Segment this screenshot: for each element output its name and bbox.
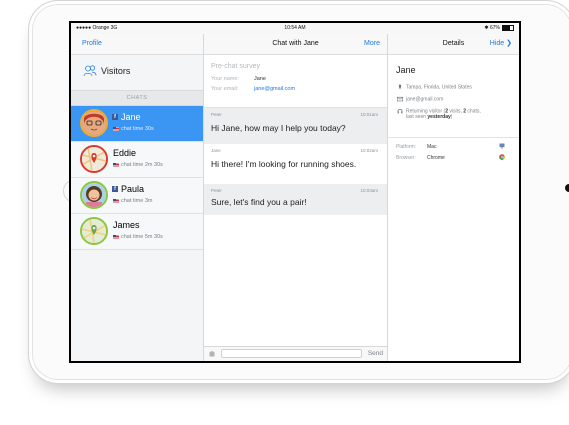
attachment-icon[interactable] <box>209 351 215 357</box>
more-button[interactable]: More <box>364 34 380 54</box>
message-bubble: Jane 10:02am Hi there! I'm looking for r… <box>204 144 387 184</box>
message-composer: Send <box>204 346 387 361</box>
battery-status: ✱ 67% <box>484 23 514 34</box>
facebook-icon: f <box>112 114 118 120</box>
profile-button[interactable]: Profile <box>82 34 102 54</box>
send-button[interactable]: Send <box>368 347 383 361</box>
chat-item-eddie[interactable]: Eddie chat time 2m 30s <box>71 142 203 178</box>
mail-icon <box>397 96 403 102</box>
us-flag-icon <box>113 126 119 131</box>
platform-label: Platform: <box>396 144 417 150</box>
browser-label: Browser: <box>396 155 416 161</box>
message-time: 10:03am <box>360 188 378 193</box>
visitor-name: Jane <box>396 65 416 75</box>
message-sender: Jane <box>211 148 221 153</box>
us-flag-icon <box>113 162 119 167</box>
visitor-email: jane@gmail.com <box>397 96 443 102</box>
message-time: 10:02am <box>360 148 378 153</box>
chat-item-name: Eddie <box>113 148 137 158</box>
avatar <box>80 217 108 245</box>
chat-item-name: Paula <box>121 184 145 194</box>
chat-list-pane: Profile Visitors CHATS f Jane chat time … <box>71 34 204 361</box>
survey-title: Pre-chat survey <box>211 63 261 70</box>
middle-navbar: Chat with Jane More <box>204 34 387 55</box>
chat-item-meta: chat time 30s <box>113 126 154 132</box>
chat-item-meta: chat time 2m 30s <box>113 162 163 168</box>
front-camera <box>565 184 569 192</box>
right-navbar: Details Hide ❯ <box>388 34 519 55</box>
survey-name-value: Jane <box>254 76 266 82</box>
platform-value: Mac <box>427 144 437 150</box>
message-input[interactable] <box>221 349 362 358</box>
details-pane: Details Hide ❯ Jane Tampa, Florida, Unit… <box>388 34 519 361</box>
us-flag-icon <box>113 198 119 203</box>
visitors-row[interactable]: Visitors <box>71 55 203 90</box>
location-pin-icon <box>398 84 402 90</box>
chat-item-jane[interactable]: f Jane chat time 30s <box>71 106 203 142</box>
survey-email-label: Your email: <box>211 86 239 92</box>
message-sender: Peter <box>211 188 222 193</box>
status-time: 10:54 AM <box>284 25 306 31</box>
app-display: ●●●●● Orange 3G 10:54 AM ✱ 67% Profile V… <box>71 23 519 361</box>
message-text: Sure, let's find you a pair! <box>211 197 307 207</box>
hide-button[interactable]: Hide ❯ <box>490 34 512 54</box>
message-bubble: Peter 10:01am Hi Jane, how may I help yo… <box>204 108 387 144</box>
left-navbar: Profile <box>71 34 203 55</box>
visitor-location: Tampa, Florida, United States <box>397 84 472 90</box>
battery-icon <box>502 24 514 31</box>
chats-section-header: CHATS <box>71 90 203 106</box>
chevron-right-icon: ❯ <box>506 40 512 47</box>
visitors-icon <box>83 65 97 77</box>
chat-item-name: James <box>113 220 140 230</box>
us-flag-icon <box>113 234 119 239</box>
details-divider <box>388 137 519 138</box>
chat-item-paula[interactable]: f Paula chat time 3m <box>71 178 203 214</box>
conversation-pane: Chat with Jane More Pre-chat survey Your… <box>204 34 388 361</box>
survey-email-link[interactable]: jane@gmail.com <box>254 86 295 92</box>
headphones-icon <box>397 109 403 114</box>
chat-item-meta: chat time 3m <box>113 198 152 204</box>
message-bubble: Peter 10:03am Sure, let's find you a pai… <box>204 184 387 215</box>
message-sender: Peter <box>211 112 222 117</box>
ipad-screen: ●●●●● Orange 3G 10:54 AM ✱ 67% Profile V… <box>69 21 521 363</box>
chat-item-meta: chat time 5m 30s <box>113 234 163 240</box>
browser-value: Chrome <box>427 155 445 161</box>
conversation-title: Chat with Jane <box>272 40 319 47</box>
status-bar: ●●●●● Orange 3G 10:54 AM ✱ 67% <box>71 23 519 34</box>
visitor-returning: Returning visitor (2 visits, 2 chats, las… <box>397 108 481 120</box>
message-text: Hi Jane, how may I help you today? <box>211 123 346 133</box>
facebook-icon: f <box>112 186 118 192</box>
avatar <box>80 109 108 137</box>
survey-name-label: Your name: <box>211 76 239 82</box>
visitors-label: Visitors <box>101 66 131 76</box>
message-time: 10:01am <box>360 112 378 117</box>
message-text: Hi there! I'm looking for running shoes. <box>211 159 357 169</box>
mac-icon <box>499 143 505 149</box>
pre-chat-survey: Pre-chat survey Your name: Jane Your ema… <box>204 55 387 108</box>
chrome-icon <box>499 154 505 160</box>
chat-item-name: Jane <box>121 112 141 122</box>
chat-item-james[interactable]: James chat time 5m 30s <box>71 214 203 250</box>
avatar <box>80 181 108 209</box>
avatar <box>80 145 108 173</box>
